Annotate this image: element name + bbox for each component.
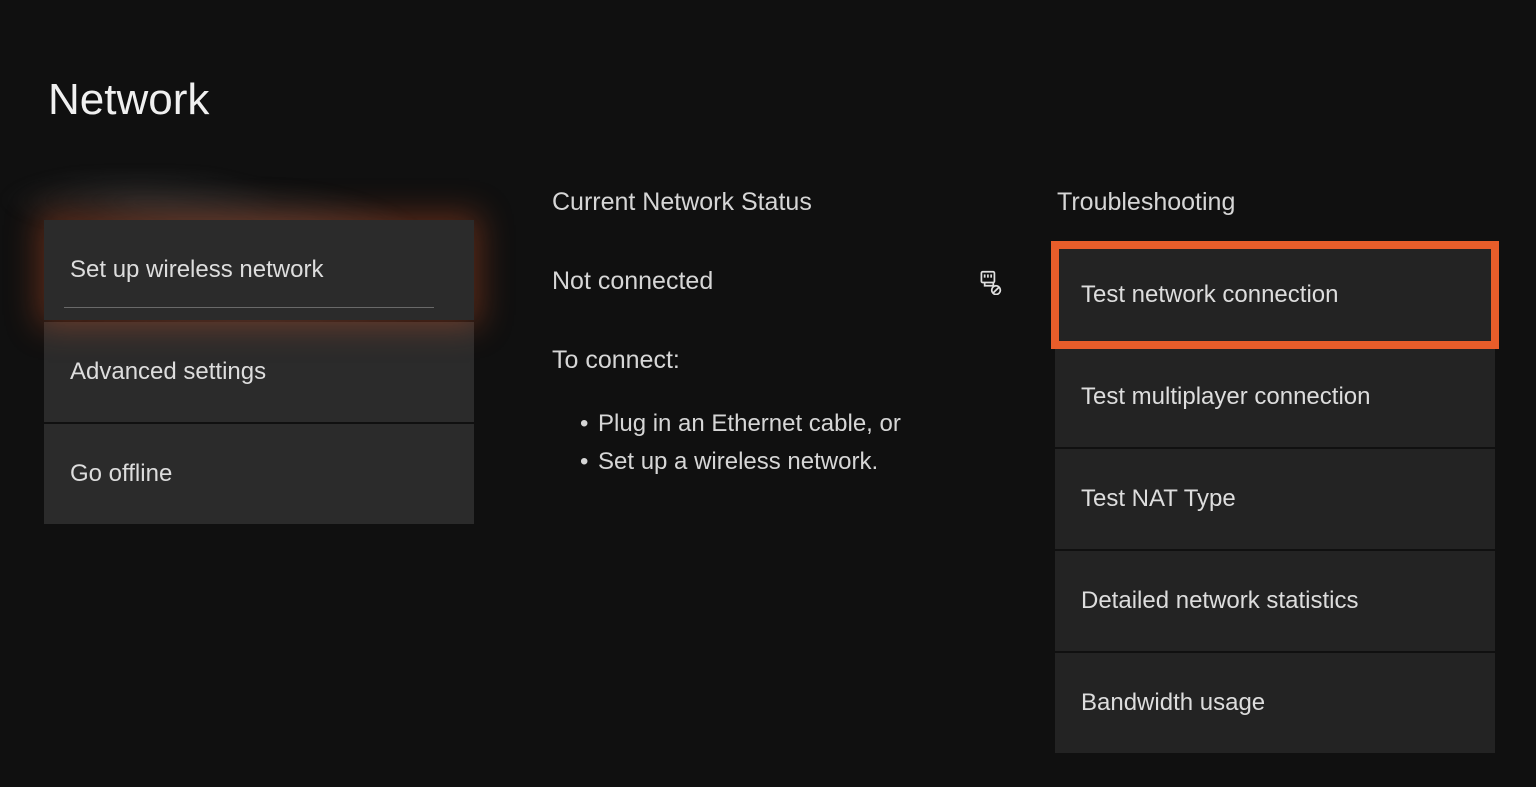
test-multiplayer-connection-button[interactable]: Test multiplayer connection xyxy=(1055,347,1495,447)
button-label: Detailed network statistics xyxy=(1081,587,1358,614)
button-label: Test NAT Type xyxy=(1081,485,1236,512)
ethernet-disconnected-icon xyxy=(976,269,1002,295)
connect-heading: To connect: xyxy=(552,346,1012,375)
status-heading: Current Network Status xyxy=(552,188,1012,217)
left-column: Set up wireless network Advanced setting… xyxy=(44,220,474,526)
connect-bullet: •Set up a wireless network. xyxy=(580,443,1012,481)
connection-status-text: Not connected xyxy=(552,267,713,296)
troubleshooting-column: Troubleshooting Test network connection … xyxy=(1055,188,1495,755)
connect-instructions: •Plug in an Ethernet cable, or •Set up a… xyxy=(552,405,1012,482)
button-label: Set up wireless network xyxy=(70,256,323,283)
test-network-connection-button[interactable]: Test network connection xyxy=(1055,245,1495,345)
detailed-network-statistics-button[interactable]: Detailed network statistics xyxy=(1055,551,1495,651)
troubleshooting-heading: Troubleshooting xyxy=(1055,188,1495,217)
go-offline-button[interactable]: Go offline xyxy=(44,424,474,524)
setup-wireless-network-button[interactable]: Set up wireless network xyxy=(44,220,474,320)
button-label: Test multiplayer connection xyxy=(1081,383,1370,410)
button-label: Advanced settings xyxy=(70,358,266,385)
bandwidth-usage-button[interactable]: Bandwidth usage xyxy=(1055,653,1495,753)
connect-bullet: •Plug in an Ethernet cable, or xyxy=(580,405,1012,443)
button-label: Test network connection xyxy=(1081,281,1338,308)
page-title: Network xyxy=(48,75,209,125)
button-label: Bandwidth usage xyxy=(1081,689,1265,716)
test-nat-type-button[interactable]: Test NAT Type xyxy=(1055,449,1495,549)
button-label: Go offline xyxy=(70,460,172,487)
advanced-settings-button[interactable]: Advanced settings xyxy=(44,322,474,422)
status-column: Current Network Status Not connected To … xyxy=(552,188,1012,482)
status-row: Not connected xyxy=(552,267,1012,296)
